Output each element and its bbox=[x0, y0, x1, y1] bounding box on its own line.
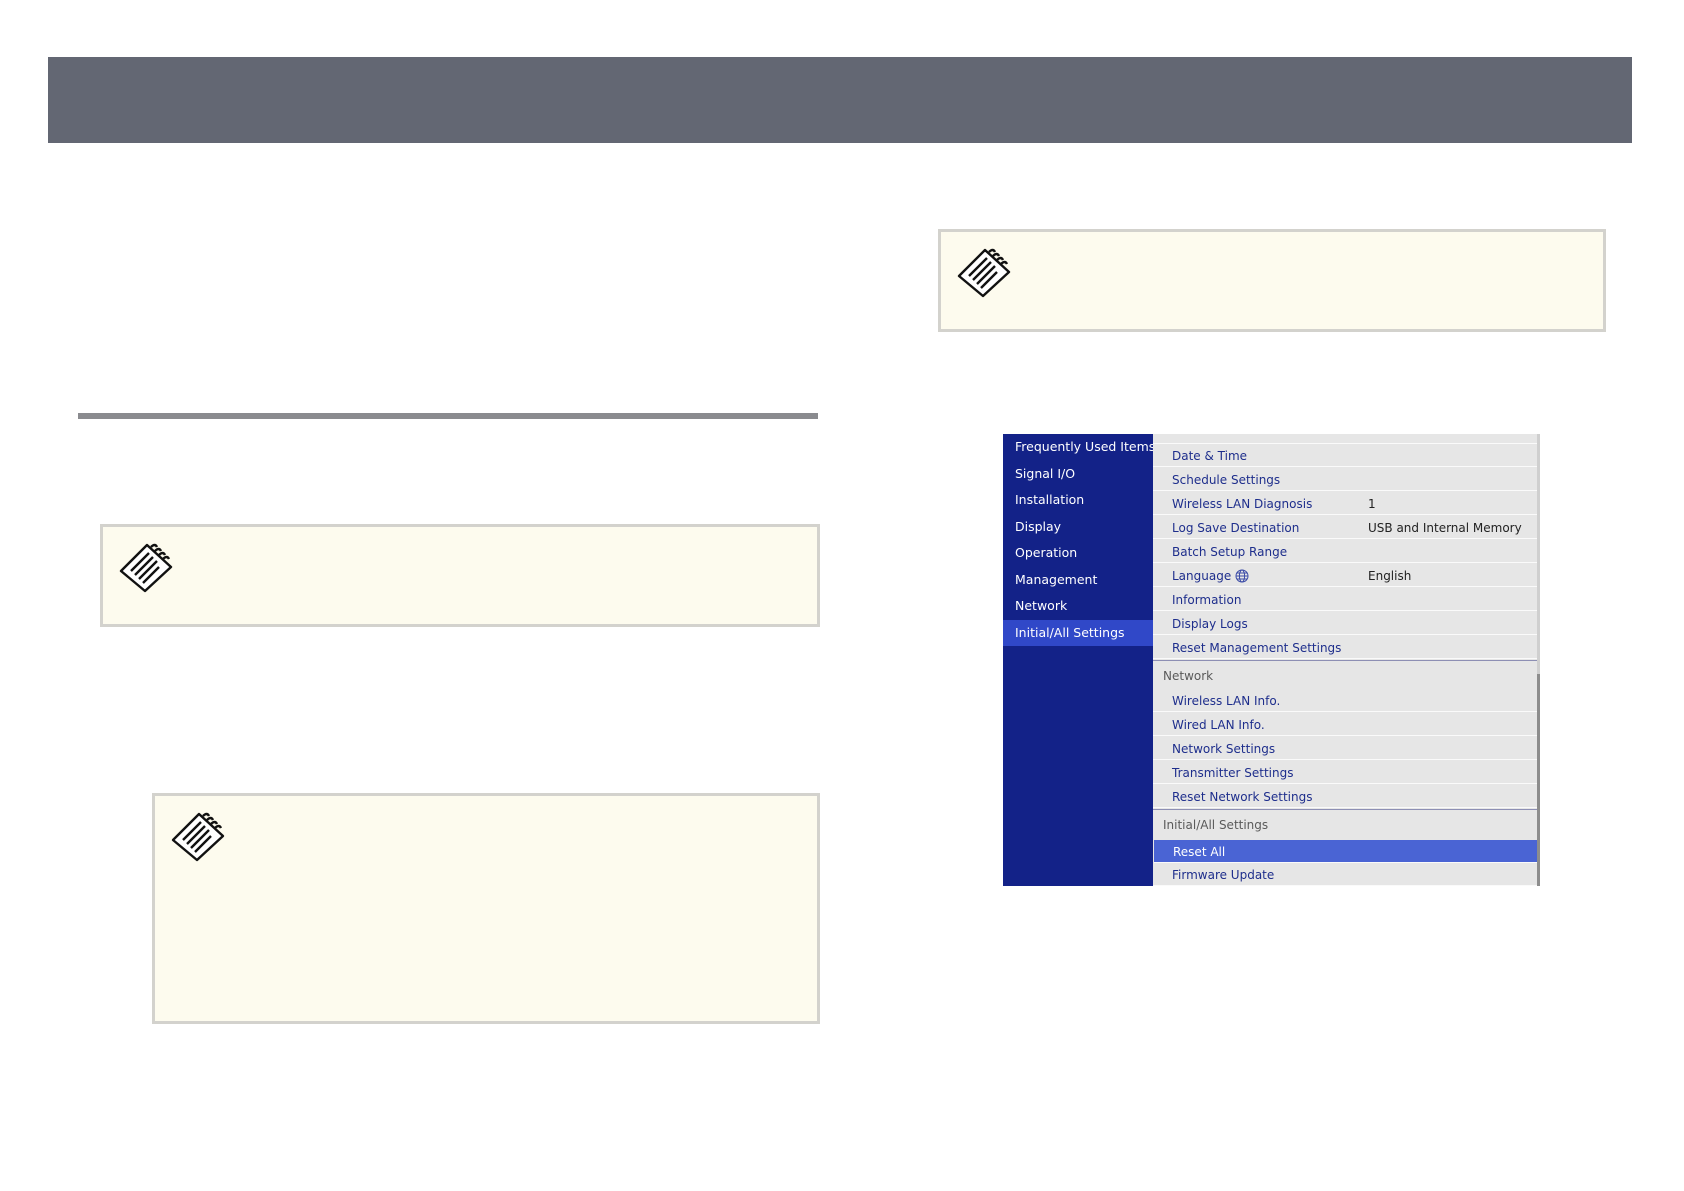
menu-row-display-logs[interactable]: Display Logs bbox=[1153, 612, 1537, 635]
notepad-icon bbox=[119, 543, 173, 593]
sidebar-item-display[interactable]: Display bbox=[1003, 514, 1153, 540]
group-label: Initial/All Settings bbox=[1163, 818, 1269, 832]
menu-scrollbar-thumb[interactable] bbox=[1537, 674, 1540, 886]
row-value: USB and Internal Memory bbox=[1368, 521, 1522, 535]
sidebar-item-frequently-used[interactable]: Frequently Used Items bbox=[1003, 434, 1155, 460]
menu-row-partial bbox=[1153, 434, 1537, 444]
row-value: 1 bbox=[1368, 497, 1376, 511]
row-label: Wireless LAN Diagnosis bbox=[1172, 497, 1313, 511]
row-label: Transmitter Settings bbox=[1172, 766, 1294, 780]
menu-row-wireless-lan-diagnosis[interactable]: Wireless LAN Diagnosis 1 bbox=[1153, 492, 1537, 515]
row-label: Reset Management Settings bbox=[1172, 641, 1342, 655]
projector-menu-screenshot: Frequently Used Items Signal I/O Install… bbox=[1003, 434, 1540, 886]
notepad-icon bbox=[957, 248, 1011, 298]
row-value: English bbox=[1368, 569, 1412, 583]
row-label: Batch Setup Range bbox=[1172, 545, 1288, 559]
menu-row-transmitter-settings[interactable]: Transmitter Settings bbox=[1153, 761, 1537, 784]
row-label: Reset Network Settings bbox=[1172, 790, 1313, 804]
sidebar-item-network[interactable]: Network bbox=[1003, 593, 1153, 619]
menu-group-header-network: Network bbox=[1153, 660, 1537, 688]
row-label: Wired LAN Info. bbox=[1172, 718, 1265, 732]
row-label: Language bbox=[1172, 569, 1249, 583]
menu-row-batch-setup-range[interactable]: Batch Setup Range bbox=[1153, 540, 1537, 563]
sidebar-item-management[interactable]: Management bbox=[1003, 567, 1153, 593]
menu-row-language[interactable]: Language English bbox=[1153, 564, 1537, 587]
note-box bbox=[152, 793, 820, 1024]
row-label: Wireless LAN Info. bbox=[1172, 694, 1281, 708]
menu-row-date-time[interactable]: Date & Time bbox=[1153, 444, 1537, 467]
language-label: Language bbox=[1172, 569, 1232, 583]
menu-row-firmware-update[interactable]: Firmware Update bbox=[1153, 863, 1537, 886]
row-label: Display Logs bbox=[1172, 617, 1248, 631]
menu-row-log-save-destination[interactable]: Log Save Destination USB and Internal Me… bbox=[1153, 516, 1537, 539]
note-box bbox=[938, 229, 1606, 332]
menu-row-information[interactable]: Information bbox=[1153, 588, 1537, 611]
sidebar-item-signal-io[interactable]: Signal I/O bbox=[1003, 461, 1153, 487]
section-divider bbox=[78, 413, 818, 419]
menu-row-reset-all[interactable]: Reset All bbox=[1154, 840, 1537, 863]
menu-row-wired-lan-info[interactable]: Wired LAN Info. bbox=[1153, 713, 1537, 736]
menu-row-reset-management-settings[interactable]: Reset Management Settings bbox=[1153, 636, 1537, 659]
row-label: Firmware Update bbox=[1172, 868, 1275, 882]
globe-icon bbox=[1235, 569, 1249, 583]
page-header-band bbox=[48, 57, 1632, 143]
sidebar-item-operation[interactable]: Operation bbox=[1003, 540, 1153, 566]
sidebar-item-installation[interactable]: Installation bbox=[1003, 487, 1153, 513]
row-label: Log Save Destination bbox=[1172, 521, 1300, 535]
row-label: Reset All bbox=[1173, 845, 1226, 859]
menu-row-network-settings[interactable]: Network Settings bbox=[1153, 737, 1537, 760]
row-label: Network Settings bbox=[1172, 742, 1276, 756]
row-label: Information bbox=[1172, 593, 1242, 607]
menu-row-schedule-settings[interactable]: Schedule Settings bbox=[1153, 468, 1537, 491]
menu-row-reset-network-settings[interactable]: Reset Network Settings bbox=[1153, 785, 1537, 808]
menu-row-wireless-lan-info[interactable]: Wireless LAN Info. bbox=[1153, 689, 1537, 712]
notepad-icon bbox=[171, 812, 225, 862]
row-label: Schedule Settings bbox=[1172, 473, 1281, 487]
sidebar-item-initial-all-settings[interactable]: Initial/All Settings bbox=[1003, 620, 1153, 646]
menu-sidebar: Frequently Used Items Signal I/O Install… bbox=[1003, 434, 1155, 886]
note-box bbox=[100, 524, 820, 627]
row-label: Date & Time bbox=[1172, 449, 1248, 463]
menu-panel: Date & Time Schedule Settings Wireless L… bbox=[1153, 434, 1540, 886]
menu-group-header-initial-all-settings: Initial/All Settings bbox=[1153, 809, 1537, 837]
group-label: Network bbox=[1163, 669, 1214, 683]
